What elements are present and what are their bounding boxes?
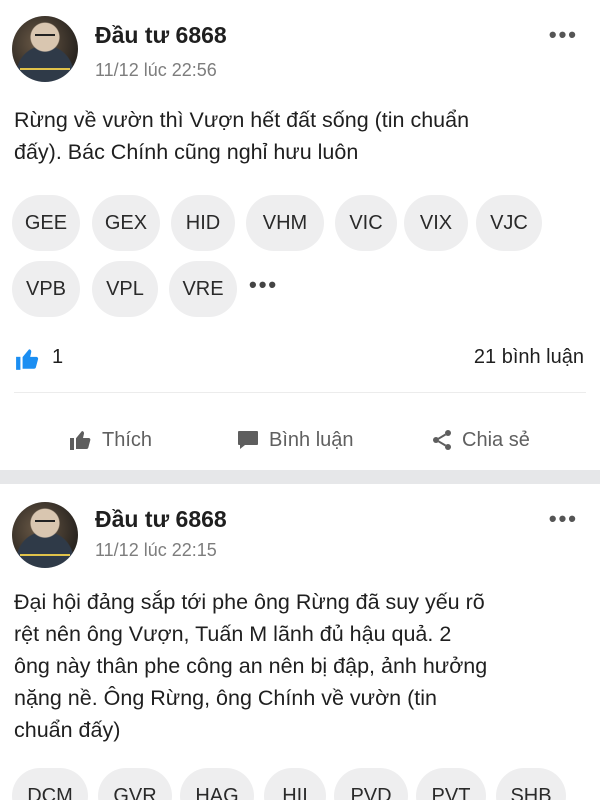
stock-tag[interactable]: SHB [496,768,566,800]
post-content-line: Rừng về vườn thì Vượn hết đất sống (tin … [14,108,470,132]
post-content-line: Đại hội đảng sắp tới phe ông Rừng đã suy… [14,590,485,614]
post-card: Đầu tư 6868 11/12 lúc 22:15 ••• Đại hội … [0,484,600,800]
avatar[interactable] [12,16,78,82]
stock-tag[interactable]: GEX [92,195,160,251]
author-name[interactable]: Đầu tư 6868 [95,506,227,533]
post-time: 11/12 lúc 22:56 [95,60,217,80]
stock-tag[interactable]: VIC [335,195,397,251]
comment-count[interactable]: 21 bình luận [474,346,584,369]
more-options-icon[interactable]: ••• [549,22,578,48]
stock-tag[interactable]: VPL [92,261,158,317]
stock-tag[interactable]: DCM [12,768,88,800]
stock-tag[interactable]: PVD [334,768,408,800]
post-content: Rừng về vườn thì Vượn hết đất sống (tin … [14,104,589,168]
stock-tag[interactable]: HID [171,195,235,251]
divider [14,392,586,393]
post-content-line: đấy). Bác Chính cũng nghỉ hưu luôn [14,140,359,164]
more-options-icon[interactable]: ••• [549,506,578,532]
more-tags-icon[interactable]: ••• [249,257,278,313]
post-content-line: ông này thân phe công an nên bị đập, ảnh… [14,654,488,678]
post-card: Đầu tư 6868 11/12 lúc 22:56 ••• Rừng về … [0,0,600,470]
post-separator [0,470,600,484]
like-count[interactable]: 1 [52,346,63,369]
avatar-glasses [35,520,55,525]
stock-tag[interactable]: GEE [12,195,80,251]
post-header: Đầu tư 6868 11/12 lúc 22:56 ••• [0,0,600,100]
post-header: Đầu tư 6868 11/12 lúc 22:15 ••• [0,484,600,584]
share-button-label: Chia sẻ [462,428,530,451]
avatar-glasses [35,34,55,39]
comment-button-label: Bình luận [269,428,354,451]
post-content-line: nặng nề. Ông Rừng, ông Chính về vườn (ti… [14,686,437,710]
like-button[interactable]: Thích [68,418,152,462]
thumbs-up-outline-icon [70,431,91,450]
stock-tag[interactable]: VIX [404,195,468,251]
post-content-line: rệt nên ông Vượn, Tuấn M lãnh đủ hậu quả… [14,622,452,646]
avatar-caption-strip [20,68,70,70]
post-time: 11/12 lúc 22:15 [95,540,217,560]
comment-button[interactable]: Bình luận [235,418,354,462]
avatar[interactable] [12,502,78,568]
share-icon [433,430,451,450]
stock-tag[interactable]: VRE [169,261,237,317]
thumbs-up-icon [16,349,39,370]
post-content: Đại hội đảng sắp tới phe ông Rừng đã suy… [14,586,589,746]
stock-tag[interactable]: PVT [416,768,486,800]
stock-tag[interactable]: VHM [246,195,324,251]
stock-tag[interactable]: HAG [180,768,254,800]
share-button[interactable]: Chia sẻ [430,418,530,462]
avatar-caption-strip [20,554,70,556]
stock-tag[interactable]: VPB [12,261,80,317]
stock-tag[interactable]: GVR [98,768,172,800]
stock-tag[interactable]: HII [264,768,326,800]
post-stats: 1 21 bình luận [0,340,600,380]
post-content-line: chuẩn đấy) [14,718,121,742]
like-button-label: Thích [102,428,153,451]
post-actions: Thích Bình luận Chia sẻ [0,418,600,462]
stock-tag[interactable]: VJC [476,195,542,251]
author-name[interactable]: Đầu tư 6868 [95,22,227,49]
comment-icon [238,431,258,449]
